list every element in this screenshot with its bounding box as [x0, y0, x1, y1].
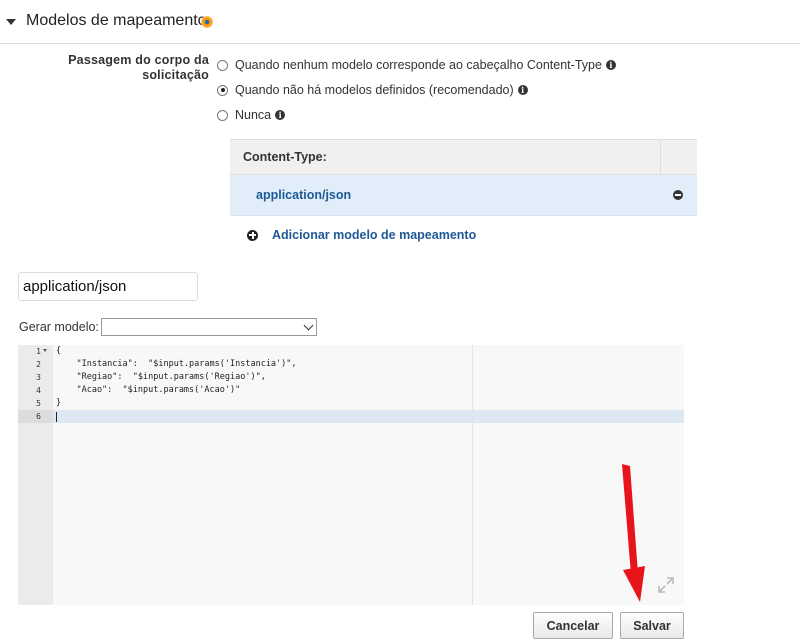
section-title[interactable]: Modelos de mapeamento — [26, 12, 207, 30]
radio-option-no-templates[interactable]: Quando não há modelos definidos (recomen… — [217, 81, 528, 99]
info-icon[interactable]: i — [517, 85, 528, 95]
line-number: 5 — [36, 399, 41, 408]
code-line[interactable]: { — [56, 345, 61, 358]
info-icon[interactable]: i — [605, 60, 616, 70]
content-type-header: Content-Type: — [230, 139, 697, 175]
print-margin — [472, 345, 473, 605]
radio-label: Nunca — [235, 108, 272, 122]
radio-button-selected[interactable] — [217, 84, 228, 96]
text-cursor — [56, 412, 57, 422]
save-button[interactable]: Salvar — [620, 612, 684, 639]
add-mapping-template-label[interactable]: Adicionar modelo de mapeamento — [272, 228, 476, 242]
line-number: 4 — [36, 386, 41, 395]
generate-template-label: Gerar modelo: — [19, 320, 99, 334]
cancel-button[interactable]: Cancelar — [533, 612, 613, 639]
annotation-arrow-icon — [622, 464, 645, 602]
content-type-header-label: Content-Type: — [243, 150, 327, 164]
radio-button[interactable] — [217, 59, 228, 71]
code-line[interactable]: "Acao": "$input.params('Acao')" — [56, 384, 240, 397]
chevron-down-icon — [303, 320, 314, 331]
line-number: 6 — [36, 412, 41, 421]
content-type-input[interactable] — [18, 272, 198, 301]
status-dot-icon — [201, 16, 213, 28]
content-type-row-label[interactable]: application/json — [256, 188, 351, 202]
passthrough-label: Passagem do corpo da solicitação — [68, 53, 209, 82]
radio-option-no-match[interactable]: Quando nenhum modelo corresponde ao cabe… — [217, 56, 616, 74]
column-divider — [660, 140, 661, 174]
resize-icon[interactable] — [658, 577, 674, 593]
active-line-highlight — [53, 410, 684, 423]
info-icon[interactable]: i — [275, 110, 286, 120]
line-number: 3 — [36, 373, 41, 382]
line-number: 2 — [36, 360, 41, 369]
remove-circle-icon[interactable] — [673, 190, 683, 200]
generate-template-select[interactable] — [101, 318, 317, 336]
code-line[interactable]: } — [56, 397, 61, 410]
radio-option-never[interactable]: Nunca i — [217, 106, 286, 124]
line-number: 1 — [36, 347, 41, 356]
code-line[interactable]: "Regiao": "$input.params('Regiao')", — [56, 371, 265, 384]
fold-arrow-icon[interactable] — [43, 349, 47, 352]
radio-button[interactable] — [217, 109, 228, 121]
template-code-editor[interactable]: 1 2 3 4 5 6 { "Instancia": "$input.param… — [18, 345, 684, 605]
section-divider — [0, 43, 800, 44]
add-mapping-template-link[interactable]: Adicionar modelo de mapeamento — [247, 228, 476, 242]
radio-label: Quando não há modelos definidos (recomen… — [235, 83, 514, 97]
plus-circle-icon[interactable] — [247, 229, 258, 241]
radio-label: Quando nenhum modelo corresponde ao cabe… — [235, 58, 602, 72]
content-type-row[interactable]: application/json — [230, 175, 697, 216]
code-line[interactable]: "Instancia": "$input.params('Instancia')… — [56, 358, 296, 371]
collapse-arrow-icon[interactable] — [6, 19, 16, 25]
content-type-table: Content-Type: application/json — [230, 139, 697, 216]
